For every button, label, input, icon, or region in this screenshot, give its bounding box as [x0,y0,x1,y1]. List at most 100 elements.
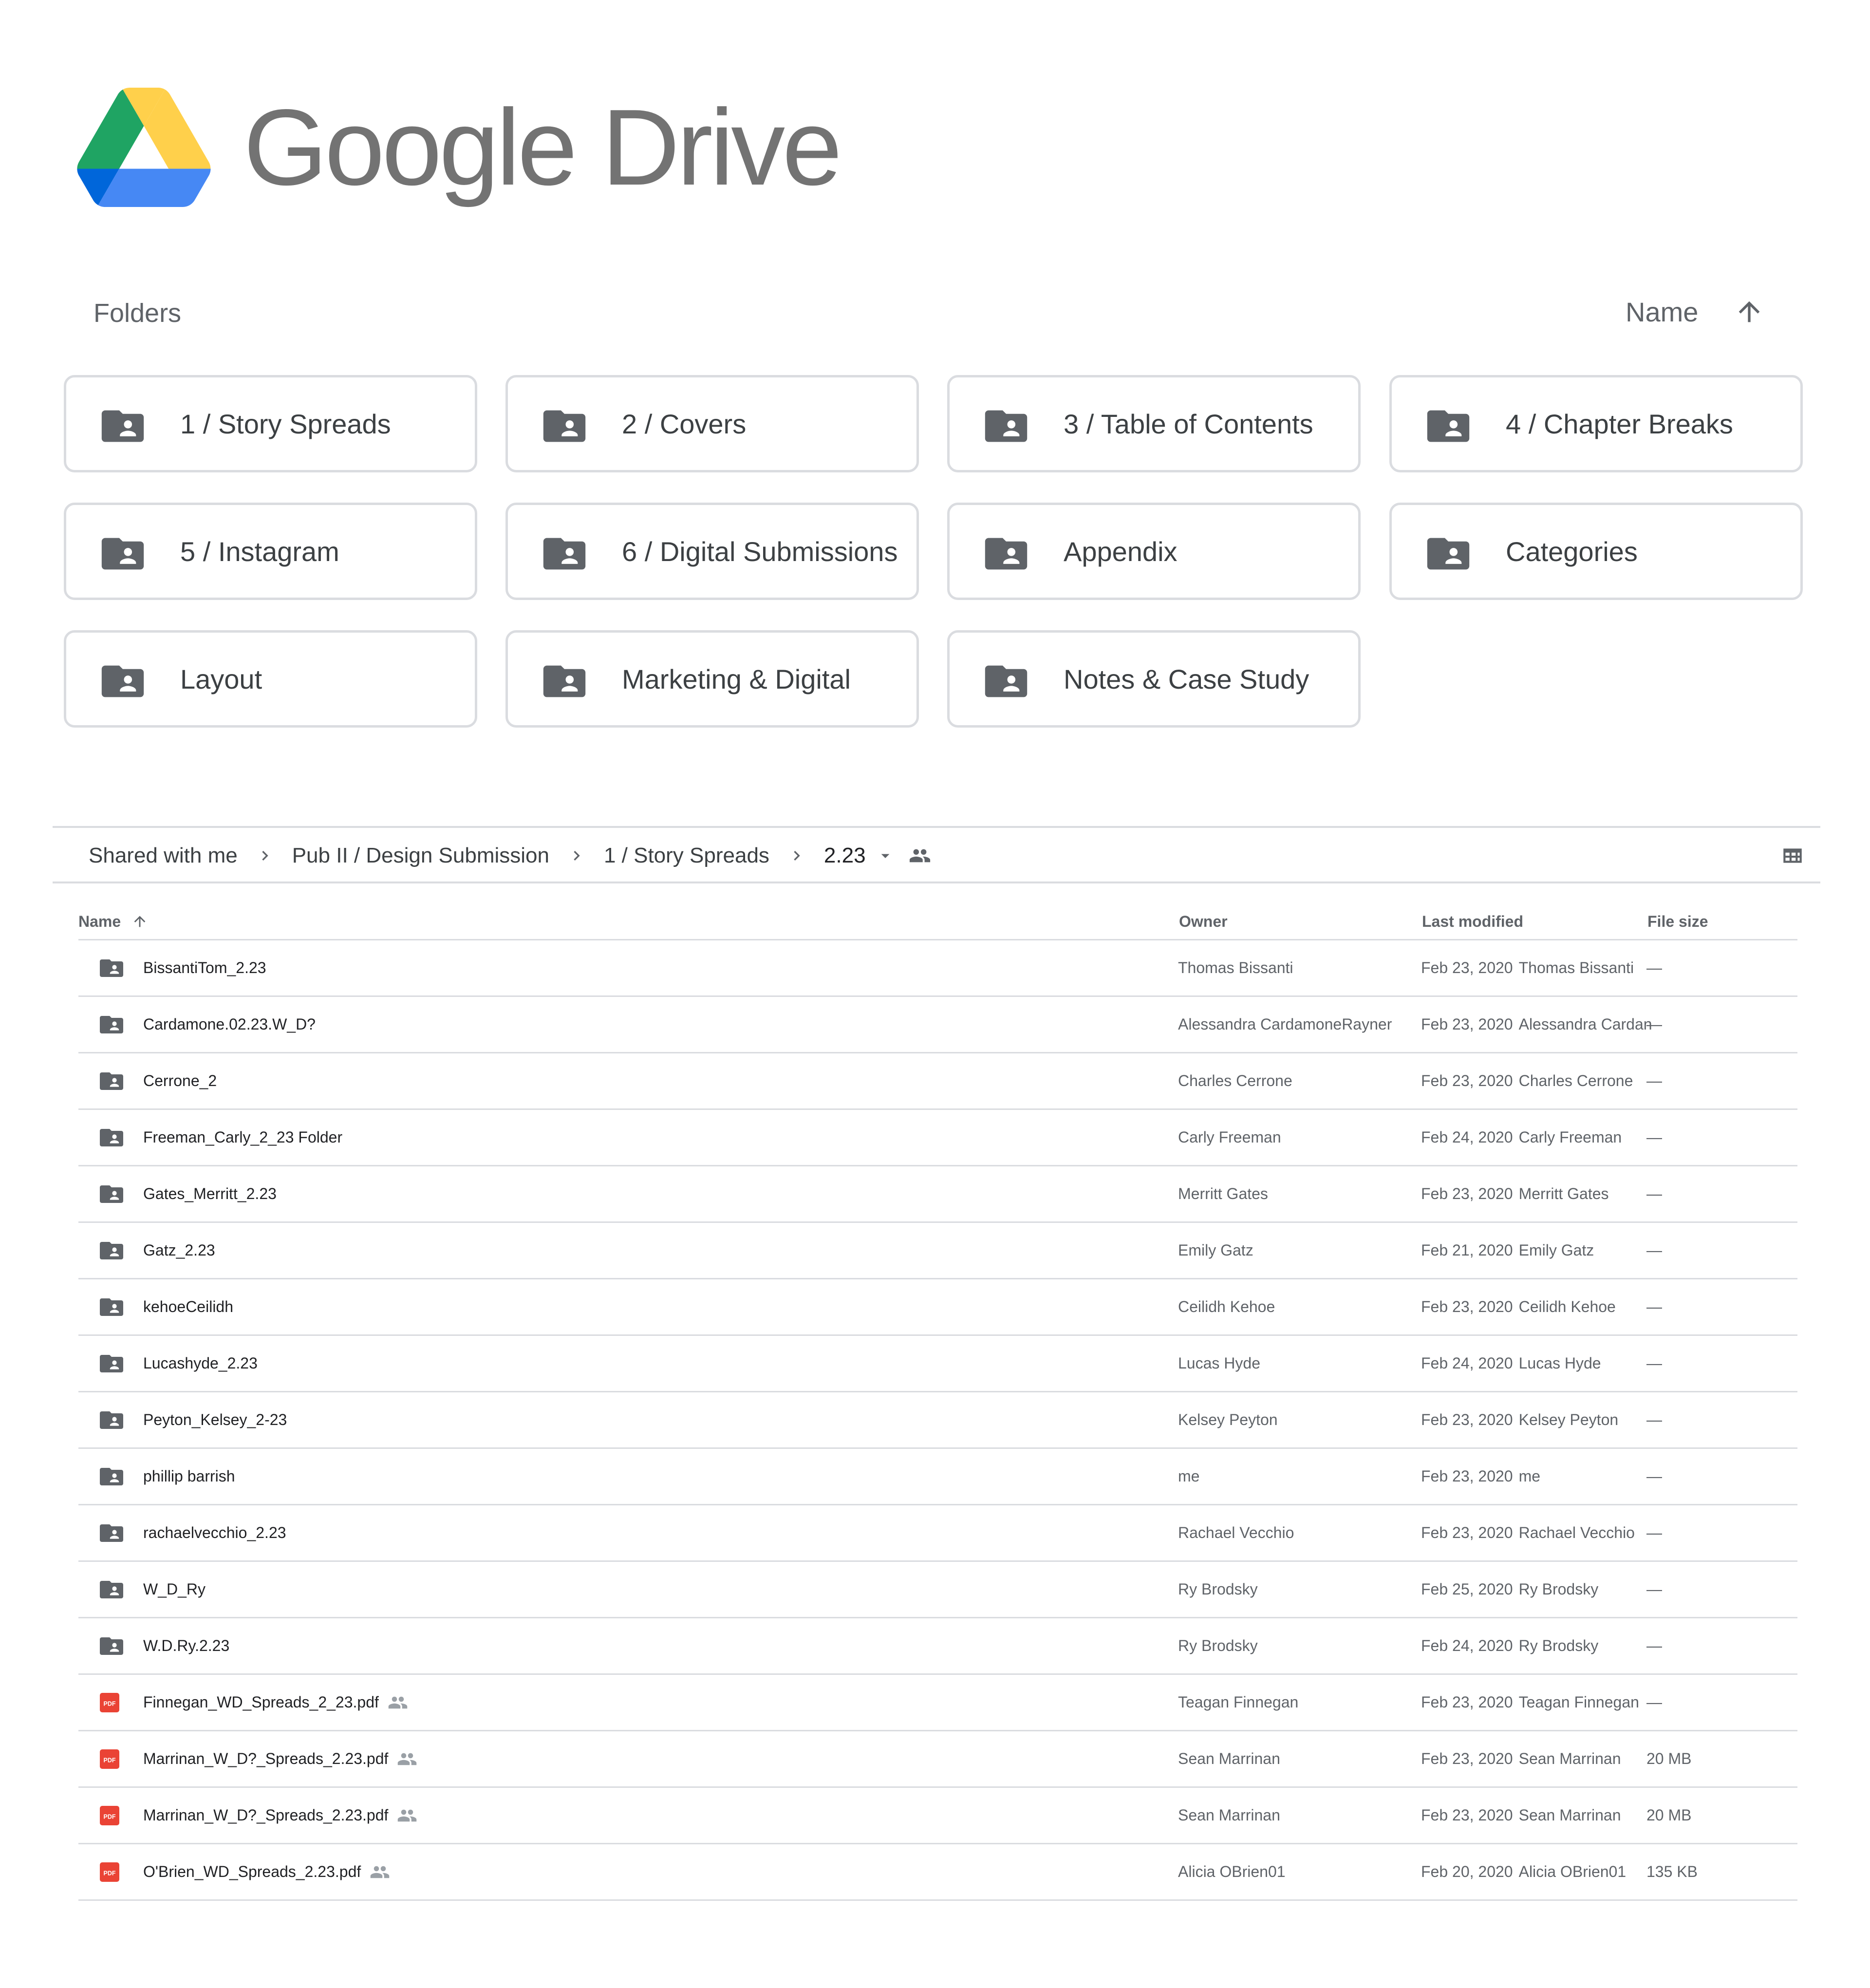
file-modified-by: Merritt Gates [1518,1185,1609,1202]
file-row[interactable]: rachaelvecchio_2.23 Rachael Vecchio Feb 23… [78,1505,1797,1562]
breadcrumb-item-pub-ii[interactable]: Pub II / Design Submission [292,844,549,868]
file-name: Lucashyde_2.23 [143,1354,258,1372]
file-name: Peyton_Kelsey_2-23 [143,1411,287,1428]
file-type-icon-cell [100,940,123,995]
svg-text:PDF: PDF [104,1870,116,1876]
folder-card[interactable]: 4 / Chapter Breaks [1389,375,1803,472]
folder-card[interactable]: 3 / Table of Contents [947,375,1361,472]
file-row[interactable]: Gates_Merritt_2.23 Merritt Gates Feb 23, 2… [78,1166,1797,1223]
column-header-last-modified[interactable]: Last modified [1422,902,1523,941]
file-name-cell: O'Brien_WD_Spreads_2.23.pdf [143,1844,390,1899]
shared-folder-icon [543,665,586,697]
file-type-icon-cell: PDF [100,1675,119,1730]
column-header-name-label: Name [78,912,121,930]
file-last-modified: Feb 23, 2020 Ceilidh Kehoe [1421,1279,1616,1334]
file-owner: Thomas Bissanti [1178,959,1293,976]
file-modified-date: Feb 23, 2020 [1421,1524,1513,1541]
file-name: BissantiTom_2.23 [143,959,266,976]
divider [53,826,1820,828]
file-modified-date: Feb 23, 2020 [1421,1185,1513,1202]
file-row[interactable]: PDF Marrinan_W_D?_Spreads_2.23.pdf Sean Ma… [78,1731,1797,1788]
file-owner: Merritt Gates [1178,1185,1268,1202]
file-modified-date: Feb 23, 2020 [1421,1750,1513,1767]
folder-card[interactable]: Categories [1389,503,1803,600]
file-row[interactable]: Lucashyde_2.23 Lucas Hyde Feb 24, 2020 Luca… [78,1336,1797,1392]
file-modified-date: Feb 24, 2020 [1421,1128,1513,1146]
file-row[interactable]: Freeman_Carly_2_23 Folder Carly Freeman Fe… [78,1110,1797,1166]
folder-card[interactable]: 2 / Covers [505,375,919,472]
file-type-icon-cell [100,1449,123,1504]
file-type-icon-cell [100,1336,123,1391]
folders-section-label: Folders [94,299,182,328]
file-size: 20 MB [1646,1806,1692,1824]
shared-folder-icon [1427,410,1470,442]
folder-card[interactable]: 6 / Digital Submissions [505,503,919,600]
caret-down-icon[interactable] [876,846,895,865]
file-row[interactable]: BissantiTom_2.23 Thomas Bissanti Feb 23, 2… [78,940,1797,997]
folder-card[interactable]: Layout [64,630,477,728]
file-modified-by: Ceilidh Kehoe [1518,1298,1616,1315]
file-row[interactable]: Peyton_Kelsey_2-23 Kelsey Peyton Feb 23, 2… [78,1392,1797,1449]
file-row[interactable]: W.D.Ry.2.23 Ry Brodsky Feb 24, 2020 Ry Brod… [78,1618,1797,1675]
shared-folder-icon [100,1524,123,1542]
file-name: Gates_Merritt_2.23 [143,1185,277,1202]
file-row[interactable]: Cerrone_2 Charles Cerrone Feb 23, 2020 Char… [78,1053,1797,1110]
column-header-name[interactable]: Name [78,902,148,941]
breadcrumb-item-story-spreads[interactable]: 1 / Story Spreads [604,844,769,868]
svg-text:PDF: PDF [104,1813,116,1820]
file-modified-date: Feb 23, 2020 [1421,1806,1513,1824]
file-modified-date: Feb 23, 2020 [1421,1693,1513,1711]
grid-view-icon[interactable] [1780,844,1805,868]
file-owner: Emily Gatz [1178,1241,1253,1259]
file-row[interactable]: Gatz_2.23 Emily Gatz Feb 21, 2020 Emily Gat… [78,1223,1797,1279]
file-row[interactable]: phillip barrish me Feb 23, 2020 me — [78,1449,1797,1505]
file-owner: Teagan Finnegan [1178,1693,1299,1711]
file-modified-by: Sean Marrinan [1518,1806,1621,1824]
folder-card[interactable]: Marketing & Digital [505,630,919,728]
file-row[interactable]: kehoeCeilidh Ceilidh Kehoe Feb 23, 2020 Cei… [78,1279,1797,1336]
folder-card[interactable]: 1 / Story Spreads [64,375,477,472]
file-owner: Ry Brodsky [1178,1580,1258,1598]
file-modified-by: Charles Cerrone [1518,1072,1633,1089]
file-last-modified: Feb 20, 2020 Alicia OBrien01 [1421,1844,1626,1899]
folder-card[interactable]: 5 / Instagram [64,503,477,600]
breadcrumb-item-shared-with-me[interactable]: Shared with me [89,844,238,868]
file-row[interactable]: PDF Finnegan_WD_Spreads_2_23.pdf Teagan Fi… [78,1675,1797,1731]
file-row[interactable]: Cardamone.02.23.W_D? Alessandra Cardamone… [78,997,1797,1053]
file-type-icon-cell [100,1618,123,1673]
file-name-cell: Finnegan_WD_Spreads_2_23.pdf [143,1675,408,1730]
file-name: Cerrone_2 [143,1072,217,1089]
file-last-modified: Feb 24, 2020 Carly Freeman [1421,1110,1622,1165]
file-name-cell: Peyton_Kelsey_2-23 [143,1392,287,1447]
folder-card[interactable]: Notes & Case Study [947,630,1361,728]
file-name-cell: W_D_Ry [143,1562,206,1617]
column-header-owner[interactable]: Owner [1179,902,1228,941]
column-header-file-size[interactable]: File size [1647,902,1708,941]
file-row[interactable]: PDF Marrinan_W_D?_Spreads_2.23.pdf Sean Ma… [78,1788,1797,1844]
file-name-cell: rachaelvecchio_2.23 [143,1505,286,1560]
file-name: kehoeCeilidh [143,1298,234,1315]
shared-folder-icon [100,1637,123,1655]
file-size: — [1646,1693,1662,1711]
file-last-modified: Feb 23, 2020 Thomas Bissanti [1421,940,1634,995]
folder-card-label: 4 / Chapter Breaks [1506,408,1733,439]
breadcrumb-current-folder[interactable]: 2.23 [824,844,866,868]
arrow-up-icon[interactable] [1734,296,1765,327]
file-row[interactable]: W_D_Ry Ry Brodsky Feb 25, 2020 Ry Brodsky — [78,1562,1797,1618]
file-name-cell: Gates_Merritt_2.23 [143,1166,277,1221]
sort-by-name-button[interactable]: Name [1626,296,1698,328]
file-owner: Lucas Hyde [1178,1354,1260,1372]
arrow-up-icon[interactable] [131,913,148,930]
shared-folder-icon [101,538,144,570]
folder-card-label: Notes & Case Study [1064,663,1309,694]
file-row[interactable]: PDF O'Brien_WD_Spreads_2.23.pdf Alicia OBr… [78,1844,1797,1901]
folder-card-label: Appendix [1064,536,1178,567]
file-name-cell: Marrinan_W_D?_Spreads_2.23.pdf [143,1788,417,1843]
shared-folder-icon [100,1128,123,1146]
file-size: — [1646,1354,1662,1372]
shared-folder-icon [543,410,586,442]
divider [53,881,1820,883]
folder-card-label: 6 / Digital Submissions [622,536,898,567]
file-modified-date: Feb 23, 2020 [1421,1072,1513,1089]
folder-card[interactable]: Appendix [947,503,1361,600]
